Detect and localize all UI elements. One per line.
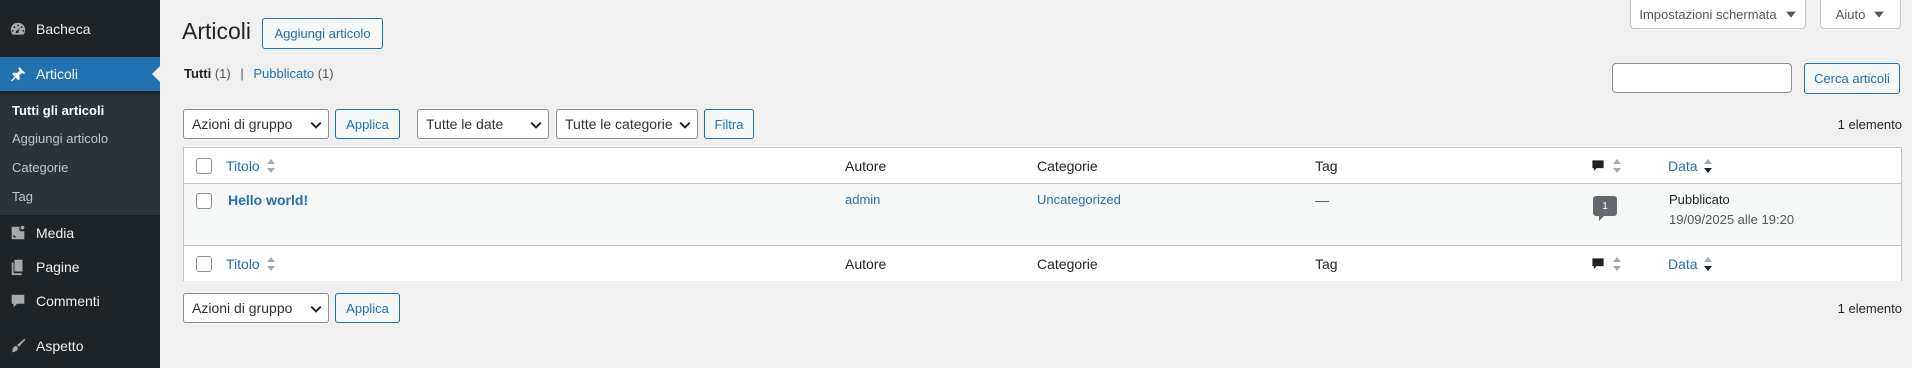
submenu-all-posts[interactable]: Tutti gli articoli xyxy=(12,103,104,118)
menu-item-pagine[interactable]: Pagine xyxy=(0,250,160,284)
caret-down-icon xyxy=(1874,11,1885,18)
pages-icon xyxy=(0,258,36,276)
comments-icon xyxy=(0,292,36,310)
bulk-action-select[interactable]: Azioni di gruppo xyxy=(183,109,329,139)
search-button[interactable]: Cerca articoli xyxy=(1804,63,1900,94)
bulk-action-select-bottom[interactable]: Azioni di gruppo xyxy=(183,293,329,323)
post-tags: — xyxy=(1315,192,1329,208)
category-filter-value: Tutte le categorie xyxy=(565,116,673,132)
column-title[interactable]: Titolo xyxy=(226,158,260,174)
post-title-link[interactable]: Hello world! xyxy=(228,192,308,208)
menu-label: Articoli xyxy=(36,66,79,82)
table-row: Hello world! admin Uncategorized — 1 Pub… xyxy=(184,184,1901,245)
chevron-down-icon xyxy=(310,305,322,313)
column-categories-footer: Categorie xyxy=(1037,256,1098,272)
chevron-down-icon xyxy=(679,121,691,129)
column-author: Autore xyxy=(845,158,887,174)
column-tags-footer: Tag xyxy=(1315,256,1338,272)
menu-label: Bacheca xyxy=(36,21,91,37)
status-views: Tutti (1) | Pubblicato (1) xyxy=(184,66,334,81)
view-all-count: (1) xyxy=(214,66,231,81)
column-categories: Categorie xyxy=(1037,158,1098,174)
column-tags: Tag xyxy=(1315,158,1338,174)
menu-item-media[interactable]: Media xyxy=(0,216,160,250)
dashboard-icon xyxy=(0,20,36,38)
comment-count-bubble[interactable]: 1 xyxy=(1593,196,1617,221)
menu-item-commenti[interactable]: Commenti xyxy=(0,284,160,318)
table-footer: Titolo Autore Categorie Tag Data xyxy=(184,245,1901,281)
bulk-action-value: Azioni di gruppo xyxy=(192,300,293,316)
column-date[interactable]: Data xyxy=(1668,158,1698,174)
menu-item-aspetto[interactable]: Aspetto xyxy=(0,329,160,363)
submenu-tags[interactable]: Tag xyxy=(12,189,33,204)
bulk-action-value: Azioni di gruppo xyxy=(192,116,293,132)
post-category-link[interactable]: Uncategorized xyxy=(1037,192,1121,207)
help-label: Aiuto xyxy=(1835,6,1866,22)
submenu-categories[interactable]: Categorie xyxy=(12,160,68,175)
add-post-button[interactable]: Aggiungi articolo xyxy=(262,18,383,49)
category-filter-select[interactable]: Tutte le categorie xyxy=(556,109,698,139)
filter-button[interactable]: Filtra xyxy=(704,109,754,139)
row-checkbox[interactable] xyxy=(196,193,212,209)
menu-item-articoli[interactable]: Articoli xyxy=(0,57,160,91)
sort-desc-icon xyxy=(1704,159,1712,173)
menu-item-bacheca[interactable]: Bacheca xyxy=(0,12,160,46)
admin-sidebar: Bacheca Articoli Tutti gli articoli Aggi… xyxy=(0,0,160,368)
sort-icon xyxy=(267,159,275,173)
media-icon xyxy=(0,224,36,242)
post-date: 19/09/2025 alle 19:20 xyxy=(1669,212,1795,227)
column-author-footer: Autore xyxy=(845,256,887,272)
date-filter-select[interactable]: Tutte le date xyxy=(417,109,549,139)
help-button[interactable]: Aiuto xyxy=(1820,0,1901,29)
comments-column-icon[interactable] xyxy=(1591,159,1605,173)
view-all[interactable]: Tutti xyxy=(184,66,211,81)
chevron-down-icon xyxy=(530,121,542,129)
comments-column-icon[interactable] xyxy=(1591,257,1605,271)
post-status: Pubblicato xyxy=(1669,192,1730,207)
menu-label: Media xyxy=(36,225,75,241)
select-all-checkbox[interactable] xyxy=(196,158,212,174)
apply-bulk-button[interactable]: Applica xyxy=(335,109,400,139)
date-filter-value: Tutte le date xyxy=(426,116,504,132)
caret-down-icon xyxy=(1785,11,1796,18)
view-published-count: (1) xyxy=(317,66,334,81)
apply-bulk-button-bottom[interactable]: Applica xyxy=(335,293,400,323)
menu-label: Aspetto xyxy=(36,338,84,354)
select-all-checkbox-footer[interactable] xyxy=(196,256,212,272)
items-count-bottom: 1 elemento xyxy=(1837,301,1902,316)
post-author-link[interactable]: admin xyxy=(845,192,880,207)
brush-icon xyxy=(0,337,36,355)
posts-table: Titolo Autore Categorie Tag Data Hello w… xyxy=(183,147,1902,281)
sort-icon xyxy=(267,257,275,271)
submenu-add-post[interactable]: Aggiungi articolo xyxy=(12,131,108,146)
sort-icon xyxy=(1613,257,1621,271)
chevron-down-icon xyxy=(310,121,322,129)
menu-label: Commenti xyxy=(36,293,100,309)
views-separator: | xyxy=(240,66,244,81)
view-published[interactable]: Pubblicato xyxy=(253,66,314,81)
screen-options-button[interactable]: Impostazioni schermata xyxy=(1630,0,1806,29)
page-title: Articoli xyxy=(182,18,252,44)
pin-icon xyxy=(0,65,36,83)
column-title-footer[interactable]: Titolo xyxy=(226,256,260,272)
items-count: 1 elemento xyxy=(1837,117,1902,132)
articoli-submenu: Tutti gli articoli Aggiungi articolo Cat… xyxy=(0,94,160,215)
search-input[interactable] xyxy=(1612,63,1792,93)
screen-options-label: Impostazioni schermata xyxy=(1639,6,1777,22)
table-header: Titolo Autore Categorie Tag Data xyxy=(184,148,1901,184)
sort-desc-icon xyxy=(1704,257,1712,271)
menu-label: Pagine xyxy=(36,259,80,275)
column-date-footer[interactable]: Data xyxy=(1668,256,1698,272)
sort-icon xyxy=(1613,159,1621,173)
